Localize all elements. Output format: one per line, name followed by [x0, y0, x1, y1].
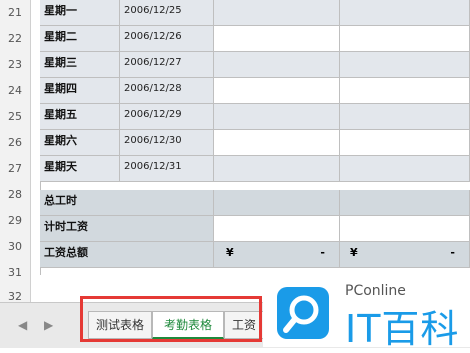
date-cell[interactable]: 2006/12/30: [120, 130, 214, 156]
value-cell[interactable]: [340, 130, 470, 156]
row-header-column: 21 22 23 24 25 26 27 28 29 30 31 32: [0, 0, 31, 320]
value-cell[interactable]: [340, 156, 470, 182]
brand-name: PConline: [345, 283, 406, 299]
value-cell[interactable]: [340, 26, 470, 52]
value-cell[interactable]: [214, 130, 340, 156]
total-hours-label[interactable]: 总工时: [40, 190, 214, 216]
value-cell[interactable]: [214, 216, 340, 242]
logo-icon: [277, 287, 329, 339]
value-cell[interactable]: [340, 78, 470, 104]
spreadsheet-area: 21 22 23 24 25 26 27 28 29 30 31 32 星期一 …: [0, 0, 470, 320]
value-cell[interactable]: [340, 52, 470, 78]
row-number[interactable]: 22: [0, 32, 30, 45]
value-cell[interactable]: [214, 26, 340, 52]
currency-symbol: ¥: [226, 246, 234, 259]
value-cell[interactable]: [214, 190, 340, 216]
prev-sheet-icon[interactable]: ◀: [18, 318, 27, 332]
row-number[interactable]: 24: [0, 84, 30, 97]
total-wage-label[interactable]: 工资总额: [40, 242, 214, 268]
date-cell[interactable]: 2006/12/26: [120, 26, 214, 52]
value-cell[interactable]: [340, 216, 470, 242]
date-cell[interactable]: 2006/12/25: [120, 0, 214, 26]
dash-value: -: [450, 246, 455, 259]
row-number[interactable]: 28: [0, 188, 30, 201]
row-number[interactable]: 26: [0, 136, 30, 149]
value-cell[interactable]: [214, 0, 340, 26]
row-number[interactable]: 23: [0, 58, 30, 71]
dash-value: -: [320, 246, 325, 259]
date-cell[interactable]: 2006/12/29: [120, 104, 214, 130]
row-number[interactable]: 27: [0, 162, 30, 175]
search-icon: [283, 295, 319, 333]
value-cell[interactable]: [340, 190, 470, 216]
hourly-wage-label[interactable]: 计时工资: [40, 216, 214, 242]
date-cell[interactable]: 2006/12/28: [120, 78, 214, 104]
next-sheet-icon[interactable]: ▶: [44, 318, 53, 332]
day-cell[interactable]: 星期三: [40, 52, 120, 78]
date-cell[interactable]: 2006/12/31: [120, 156, 214, 182]
value-cell[interactable]: [340, 104, 470, 130]
value-cell[interactable]: [214, 156, 340, 182]
row-number[interactable]: 30: [0, 240, 30, 253]
wage-amount-cell[interactable]: ¥ -: [340, 242, 470, 268]
value-cell[interactable]: [214, 78, 340, 104]
row-number[interactable]: 21: [0, 6, 30, 19]
row-number[interactable]: 31: [0, 266, 30, 279]
watermark: PConline IT百科: [263, 280, 470, 351]
day-cell[interactable]: 星期五: [40, 104, 120, 130]
row-number[interactable]: 25: [0, 110, 30, 123]
day-cell[interactable]: 星期二: [40, 26, 120, 52]
value-cell[interactable]: [340, 0, 470, 26]
day-cell[interactable]: 星期四: [40, 78, 120, 104]
currency-symbol: ¥: [350, 246, 358, 259]
value-cell[interactable]: [214, 104, 340, 130]
day-cell[interactable]: 星期天: [40, 156, 120, 182]
day-cell[interactable]: 星期一: [40, 0, 120, 26]
wage-amount-cell[interactable]: ¥ -: [214, 242, 340, 268]
row-number[interactable]: 29: [0, 214, 30, 227]
brand-logo-text: IT百科: [345, 307, 460, 351]
value-cell[interactable]: [214, 52, 340, 78]
day-cell[interactable]: 星期六: [40, 130, 120, 156]
highlight-box: [80, 296, 262, 342]
date-cell[interactable]: 2006/12/27: [120, 52, 214, 78]
